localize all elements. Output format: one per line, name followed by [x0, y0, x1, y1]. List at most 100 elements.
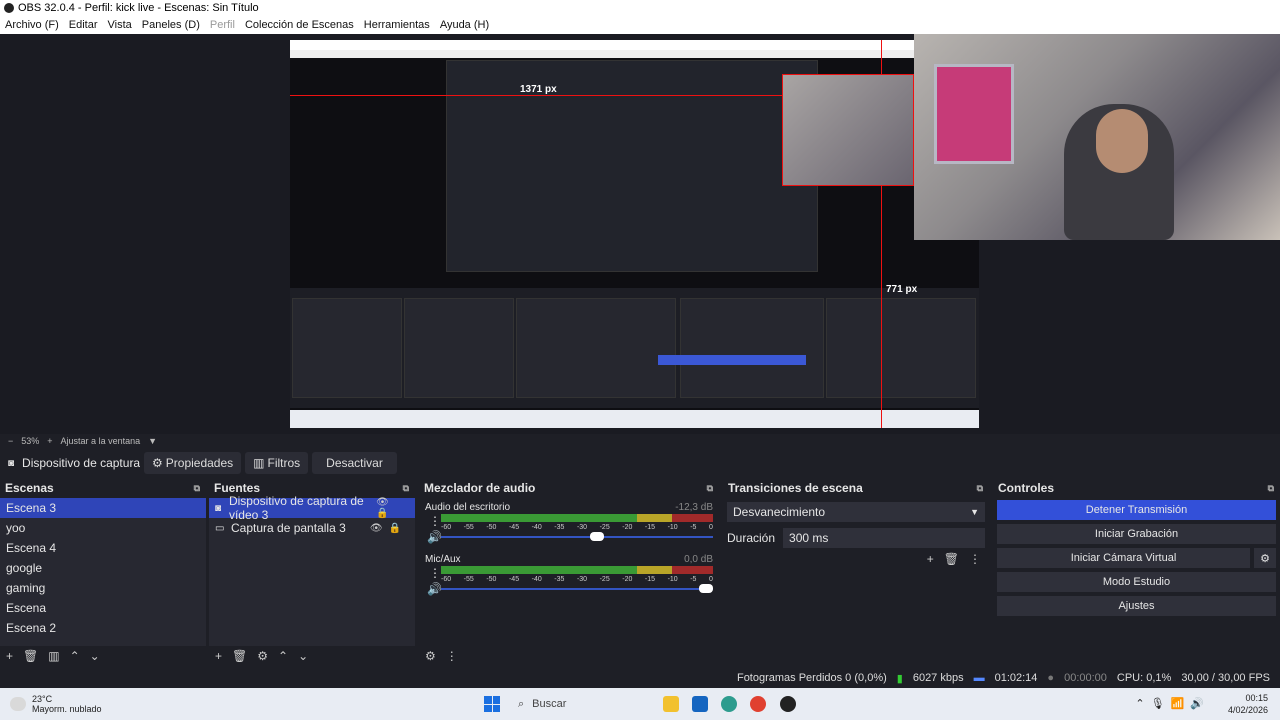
menu-ayuda[interactable]: Ayuda (H): [435, 19, 494, 31]
nested-screen-capture: [446, 60, 818, 272]
chevron-down-icon[interactable]: ▼: [148, 436, 157, 446]
chevron-up-icon[interactable]: ⌃: [278, 649, 288, 663]
menu-coleccion-escenas[interactable]: Colección de Escenas: [240, 19, 359, 31]
chevron-down-icon[interactable]: ⌄: [298, 649, 308, 663]
mixer-channel: Mic/Aux 0,0 dB ⋮ -60 -55 -50 -45 -40 -35 -30 -25…: [419, 550, 719, 602]
trash-icon[interactable]: 🗑: [944, 552, 959, 566]
mixer-settings-icon[interactable]: ⚙: [425, 649, 436, 663]
more-icon[interactable]: ⋮: [446, 649, 458, 663]
weather-icon: [10, 697, 26, 711]
chevron-down-icon[interactable]: ⌄: [90, 649, 100, 663]
camera-source-selected[interactable]: [782, 74, 914, 186]
scene-item[interactable]: Escena 3: [0, 498, 206, 518]
preview-area[interactable]: 1371 px 771 px: [0, 34, 1280, 434]
filter-icon[interactable]: ▥: [48, 649, 59, 663]
filters-button[interactable]: ▥ Filtros: [245, 452, 309, 474]
scene-item[interactable]: Escena: [0, 598, 206, 618]
store-icon[interactable]: [692, 696, 708, 712]
webcam-overlay[interactable]: [914, 34, 1280, 240]
scenes-list: Escena 3 yoo Escena 4 google gaming Esce…: [0, 498, 206, 646]
bitrate: 6027 kbps: [912, 672, 964, 684]
volume-slider[interactable]: [441, 584, 713, 593]
volume-knob[interactable]: [590, 532, 605, 541]
menu-vista[interactable]: Vista: [103, 19, 137, 31]
virtual-camera-button[interactable]: Iniciar Cámara Virtual: [997, 548, 1250, 568]
stream-icon: ▬: [973, 672, 985, 684]
zoom-out-button[interactable]: −: [8, 436, 13, 446]
scene-item[interactable]: Escena 4: [0, 538, 206, 558]
search-icon: ⌕: [518, 697, 525, 710]
transition-actions: + 🗑 ⋮: [927, 552, 981, 566]
more-icon[interactable]: ⋮: [969, 552, 981, 566]
menu-perfil[interactable]: Perfil: [205, 19, 240, 31]
source-item[interactable]: ▭ Captura de pantalla 3 👁🔒: [209, 518, 415, 538]
weather-text: Mayorm. nublado: [32, 704, 102, 714]
volume-meter: [441, 514, 713, 522]
stop-stream-button[interactable]: Detener Transmisión: [997, 500, 1276, 520]
add-icon[interactable]: +: [927, 552, 934, 566]
channel-name: Mic/Aux: [425, 554, 461, 565]
volume-knob[interactable]: [699, 584, 713, 593]
volume-meter: [441, 566, 713, 574]
weather-widget[interactable]: 23°C Mayorm. nublado: [10, 694, 102, 714]
sources-list: ◙ Dispositivo de captura de vídeo 3 👁🔒 ▭…: [209, 494, 415, 646]
chevron-up-icon[interactable]: ⌃: [70, 649, 80, 663]
windows-taskbar: 23°C Mayorm. nublado ⌕ Buscar ⌃🎙📶🔊 00:15 …: [0, 688, 1280, 720]
trash-icon[interactable]: 🗑: [232, 649, 247, 663]
menu-editar[interactable]: Editar: [64, 19, 103, 31]
scene-item[interactable]: yoo: [0, 518, 206, 538]
undock-icon[interactable]: ⧉: [707, 483, 713, 494]
system-tray-icons[interactable]: ⌃🎙📶🔊: [1135, 697, 1210, 710]
taskbar-search[interactable]: ⌕ Buscar: [510, 692, 650, 716]
source-item[interactable]: ◙ Dispositivo de captura de vídeo 3 👁🔒: [209, 494, 415, 522]
duration-input[interactable]: 300 ms: [783, 528, 985, 548]
window-titlebar: OBS 32.0.4 - Perfil: kick live - Escenas…: [0, 0, 1280, 16]
undock-icon[interactable]: ⧉: [1268, 483, 1274, 494]
settings-button[interactable]: Ajustes: [997, 596, 1276, 616]
visibility-lock-icons[interactable]: 👁🔒: [376, 497, 407, 519]
scene-item[interactable]: Escena 2: [0, 618, 206, 638]
filter-icon: ▥: [253, 456, 265, 470]
edge-icon[interactable]: [721, 696, 737, 712]
visibility-lock-icons[interactable]: 👁🔒: [370, 523, 407, 534]
deactivate-button[interactable]: Desactivar: [312, 452, 397, 474]
dropped-frames: Fotogramas Perdidos 0 (0,0%): [736, 672, 887, 684]
more-icon[interactable]: ⋮: [429, 514, 441, 528]
scene-item[interactable]: google: [0, 558, 206, 578]
add-icon[interactable]: +: [6, 649, 13, 663]
status-bar: Fotogramas Perdidos 0 (0,0%) ▮ 6027 kbps…: [0, 668, 1280, 688]
clock[interactable]: 00:15 4/02/2026: [1228, 692, 1268, 716]
cpu-usage: CPU: 0,1%: [1116, 672, 1172, 684]
transition-select[interactable]: Desvanecimiento ▼: [727, 502, 985, 522]
menu-herramientas[interactable]: Herramientas: [359, 19, 435, 31]
zoom-in-button[interactable]: +: [47, 436, 52, 446]
gear-icon[interactable]: ⚙: [1254, 548, 1276, 568]
undock-icon[interactable]: ⧉: [194, 483, 200, 494]
sources-dock: Fuentes ⧉ ◙ Dispositivo de captura de víd…: [209, 480, 415, 666]
add-icon[interactable]: +: [215, 649, 222, 663]
volume-slider[interactable]: [441, 532, 713, 541]
speaker-icon[interactable]: 🔊: [427, 582, 442, 596]
chrome-icon[interactable]: [750, 696, 766, 712]
trash-icon[interactable]: 🗑: [23, 649, 38, 663]
menu-paneles[interactable]: Paneles (D): [137, 19, 205, 31]
fit-window-button[interactable]: Ajustar a la ventana: [61, 436, 141, 446]
speaker-icon[interactable]: 🔊: [427, 530, 442, 544]
more-icon[interactable]: ⋮: [429, 566, 441, 580]
obs-icon[interactable]: [780, 696, 796, 712]
zoom-value: 53%: [21, 436, 40, 446]
temperature: 23°C: [32, 694, 53, 704]
windows-start-icon[interactable]: [484, 696, 500, 712]
studio-mode-button[interactable]: Modo Estudio: [997, 572, 1276, 592]
scene-item[interactable]: gaming: [0, 578, 206, 598]
properties-button[interactable]: ⚙ Propiedades: [144, 452, 242, 474]
gear-icon[interactable]: ⚙: [257, 649, 268, 663]
height-measure-label: 771 px: [886, 284, 918, 295]
menu-archivo[interactable]: Archivo (F): [0, 19, 64, 31]
file-explorer-icon[interactable]: [663, 696, 679, 712]
undock-icon[interactable]: ⧉: [977, 483, 983, 494]
start-recording-button[interactable]: Iniciar Grabación: [997, 524, 1276, 544]
undock-icon[interactable]: ⧉: [403, 483, 409, 494]
search-label: Buscar: [532, 698, 567, 710]
source-label: Captura de pantalla 3: [231, 521, 346, 535]
